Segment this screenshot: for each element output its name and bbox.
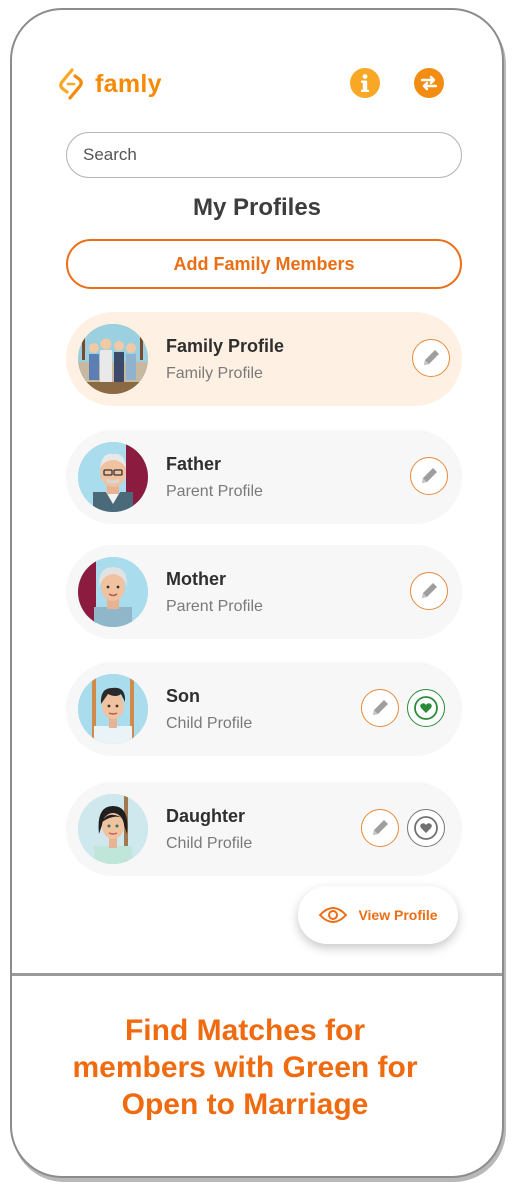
caption-line: Find Matches for [124,1014,365,1047]
open-to-marriage-toggle[interactable] [407,689,445,727]
family-illustration [78,324,148,394]
open-to-marriage-toggle[interactable] [407,809,445,847]
page-title: My Profiles [192,194,322,221]
son-illustration [78,674,148,744]
heart-icon [414,816,438,840]
view-profile-button[interactable]: View Profile [298,886,458,944]
edit-button[interactable] [412,339,450,377]
phone-frame: famly My Profiles Add Family Members [10,8,504,1178]
daughter-avatar [78,794,148,864]
edit-button[interactable] [410,572,448,610]
edit-button[interactable] [361,809,399,847]
swap-icon [420,75,438,91]
pencil-icon [422,583,437,598]
eye-icon [319,907,348,923]
profile-type: Child Profile [166,835,253,852]
profile-card-son[interactable]: Son Child Profile [66,662,462,756]
section-divider [12,973,502,976]
pencil-icon [373,700,388,715]
pencil-icon [422,468,437,483]
profile-name: Father [166,454,222,474]
view-profile-label: View Profile [358,907,438,923]
search-input[interactable] [66,132,462,178]
caption-line: Open to Marriage [121,1088,369,1121]
edit-button[interactable] [361,689,399,727]
add-family-members-button[interactable]: Add Family Members [66,239,462,289]
profile-name: Son [166,686,200,706]
profile-type: Parent Profile [166,483,263,500]
heart-icon [414,696,438,720]
edit-button[interactable] [410,457,448,495]
switch-button[interactable] [414,68,444,98]
father-illustration [78,442,148,512]
app-name: famly [95,69,162,98]
famly-logo-icon [59,68,83,100]
profile-card-father[interactable]: Father Parent Profile [66,430,462,524]
profile-name: Daughter [166,806,246,826]
daughter-illustration [78,794,148,864]
family-avatar [78,324,148,394]
info-icon [361,74,369,92]
father-avatar [78,442,148,512]
profile-type: Parent Profile [166,598,263,615]
profile-name: Mother [166,569,226,589]
son-avatar [78,674,148,744]
pencil-icon [424,350,439,365]
profile-type: Family Profile [166,365,263,382]
profile-card-daughter[interactable]: Daughter Child Profile [66,782,462,876]
info-button[interactable] [350,68,380,98]
app-logo: famly [58,68,162,100]
caption-line: members with Green for [72,1051,418,1084]
mother-illustration [78,557,148,627]
app-screen: famly My Profiles Add Family Members [12,10,502,975]
profile-card-family[interactable]: Family Profile Family Profile [66,312,462,406]
profile-type: Child Profile [166,715,253,732]
promo-caption: Find Matches for members with Green for … [20,1012,470,1123]
profile-card-mother[interactable]: Mother Parent Profile [66,545,462,639]
pencil-icon [373,820,388,835]
mother-avatar [78,557,148,627]
profile-name: Family Profile [166,336,285,356]
